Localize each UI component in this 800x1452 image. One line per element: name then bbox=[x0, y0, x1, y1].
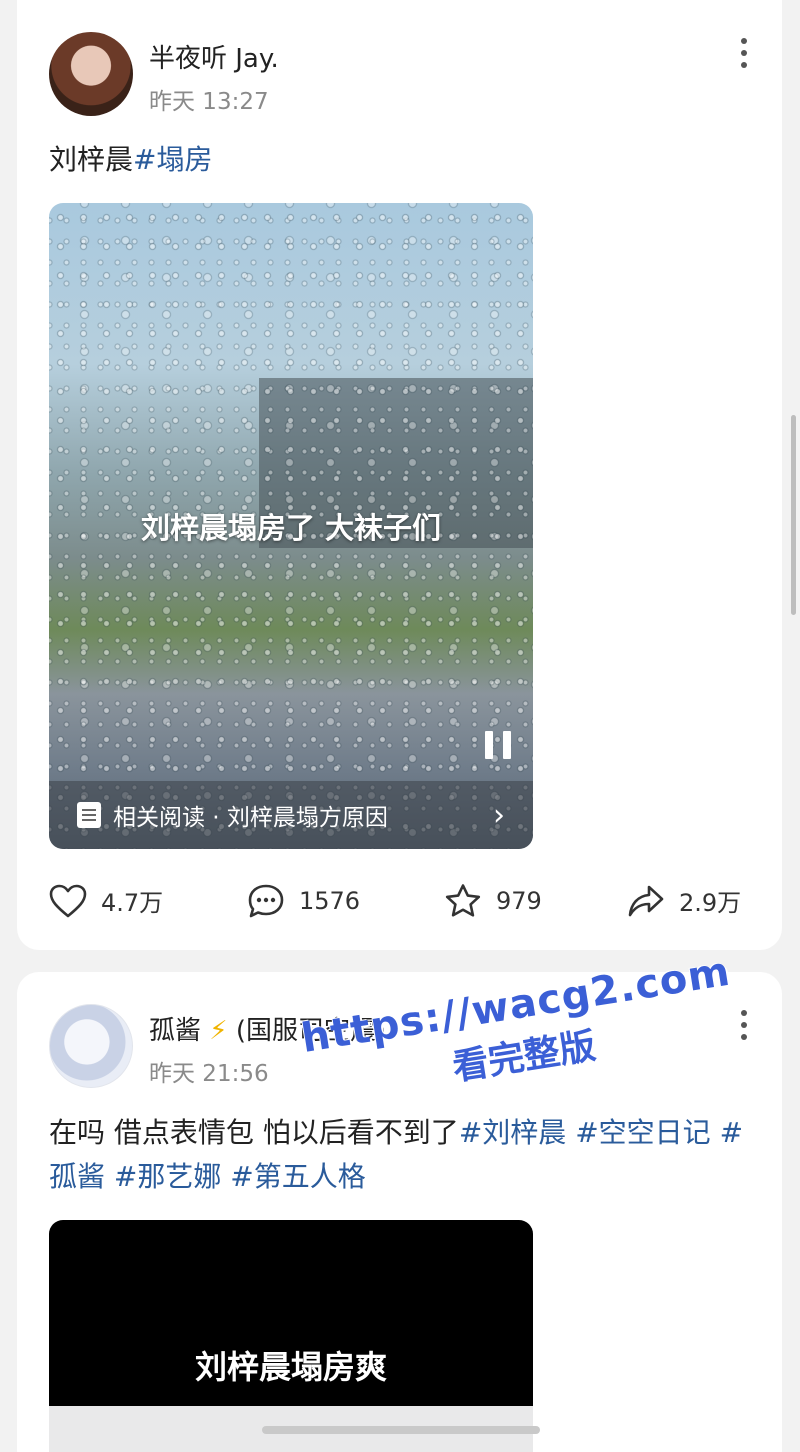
author-name-main: 孤酱 bbox=[149, 1016, 202, 1046]
hashtag-link[interactable]: #空空日记 bbox=[575, 1116, 710, 1149]
favorite-count: 979 bbox=[496, 887, 542, 915]
lightning-icon: ⚡ bbox=[209, 1016, 228, 1046]
pause-icon[interactable] bbox=[485, 731, 511, 759]
video-caption: 刘梓晨塌房爽 bbox=[194, 1348, 387, 1386]
chevron-right-icon: › bbox=[493, 797, 505, 833]
more-vertical-icon[interactable] bbox=[740, 38, 748, 68]
post-card[interactable]: 半夜听 Jay. 昨天 13:27 刘梓晨#塌房 刘梓晨塌房了 大袜子们 相关阅… bbox=[17, 0, 782, 950]
post-time: 昨天 21:56 bbox=[149, 1061, 269, 1087]
post-text-plain: 在吗 借点表情包 怕以后看不到了 bbox=[49, 1116, 459, 1149]
comment-count: 1576 bbox=[299, 887, 361, 915]
share-arrow-icon bbox=[628, 885, 664, 916]
video-player[interactable]: 刘梓晨塌房爽 bbox=[49, 1220, 533, 1452]
video-player[interactable]: 刘梓晨塌房了 大袜子们 相关阅读 · 刘梓晨塌方原因 › bbox=[49, 203, 533, 849]
action-bar: 4.7万 1576 979 2.9万 bbox=[49, 883, 750, 933]
comment-bubble-icon bbox=[248, 884, 284, 918]
post-time: 昨天 13:27 bbox=[149, 89, 269, 115]
related-reading-bar[interactable]: 相关阅读 · 刘梓晨塌方原因 › bbox=[49, 781, 533, 849]
author-name[interactable]: 半夜听 Jay. bbox=[149, 38, 279, 75]
share-count: 2.9万 bbox=[679, 889, 742, 917]
avatar[interactable] bbox=[49, 32, 133, 116]
hashtag-link[interactable]: #那艺娜 bbox=[114, 1160, 221, 1193]
post-text: 在吗 借点表情包 怕以后看不到了#刘梓晨 #空空日记 #孤酱 #那艺娜 #第五人… bbox=[49, 1111, 750, 1199]
post-text: 刘梓晨#塌房 bbox=[49, 138, 750, 182]
document-icon bbox=[77, 802, 101, 828]
avatar[interactable] bbox=[49, 1004, 133, 1088]
feed-page: 半夜听 Jay. 昨天 13:27 刘梓晨#塌房 刘梓晨塌房了 大袜子们 相关阅… bbox=[0, 0, 800, 1452]
hashtag-link[interactable]: #塌房 bbox=[133, 143, 212, 176]
share-button[interactable]: 2.9万 bbox=[627, 883, 741, 918]
heart-icon bbox=[49, 884, 87, 917]
related-reading-label: 相关阅读 · 刘梓晨塌方原因 bbox=[113, 805, 388, 831]
star-icon bbox=[445, 884, 481, 917]
favorite-button[interactable]: 979 bbox=[444, 883, 542, 919]
like-count: 4.7万 bbox=[101, 889, 164, 917]
home-indicator[interactable] bbox=[262, 1426, 540, 1434]
comment-button[interactable]: 1576 bbox=[247, 883, 360, 919]
scrollbar[interactable] bbox=[791, 415, 796, 615]
post-text-plain: 刘梓晨 bbox=[49, 143, 134, 176]
like-button[interactable]: 4.7万 bbox=[49, 883, 163, 918]
video-caption: 刘梓晨塌房了 大袜子们 bbox=[140, 511, 442, 545]
hashtag-link[interactable]: #第五人格 bbox=[230, 1160, 365, 1193]
hashtag-link[interactable]: #刘梓晨 bbox=[459, 1116, 566, 1149]
